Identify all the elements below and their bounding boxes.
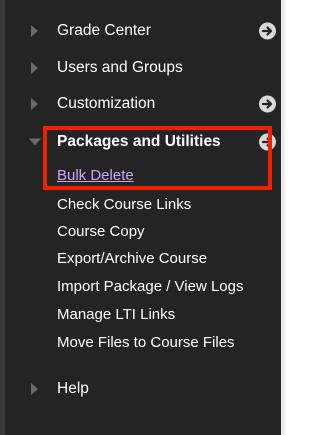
submenu-item-move-files[interactable]: Move Files to Course Files	[57, 331, 235, 353]
chevron-right-icon	[31, 383, 38, 395]
section-label: Help	[57, 380, 89, 397]
chevron-right-icon	[31, 25, 38, 37]
submenu-item-course-copy[interactable]: Course Copy	[57, 220, 145, 242]
section-label: Packages and Utilities	[57, 133, 221, 150]
chevron-right-icon	[31, 98, 38, 110]
arrow-circle-right-icon[interactable]	[259, 133, 276, 151]
arrow-circle-right-icon[interactable]	[259, 22, 276, 40]
submenu-item-manage-lti-links[interactable]: Manage LTI Links	[57, 303, 175, 325]
menu-section-users-and-groups[interactable]: Users and Groups	[0, 50, 281, 86]
submenu-item-check-course-links[interactable]: Check Course Links	[57, 193, 191, 215]
panel-right-edge	[281, 0, 285, 435]
menu-section-customization[interactable]: Customization	[0, 86, 281, 122]
chevron-right-icon	[31, 62, 38, 74]
submenu-item-import-package[interactable]: Import Package / View Logs	[57, 275, 244, 297]
section-label: Users and Groups	[57, 59, 183, 76]
submenu-item-export-archive-course[interactable]: Export/Archive Course	[57, 247, 207, 269]
submenu-item-bulk-delete[interactable]: Bulk Delete	[57, 164, 134, 186]
arrow-circle-right-icon[interactable]	[259, 95, 276, 113]
course-management-menu: Grade Center Users and Groups Customizat…	[0, 0, 285, 435]
menu-section-grade-center[interactable]: Grade Center	[0, 13, 281, 49]
menu-section-packages-and-utilities[interactable]: Packages and Utilities	[0, 124, 281, 160]
section-label: Customization	[57, 95, 156, 112]
chevron-down-icon	[29, 138, 41, 146]
section-label: Grade Center	[57, 22, 151, 39]
menu-section-help[interactable]: Help	[0, 371, 281, 407]
